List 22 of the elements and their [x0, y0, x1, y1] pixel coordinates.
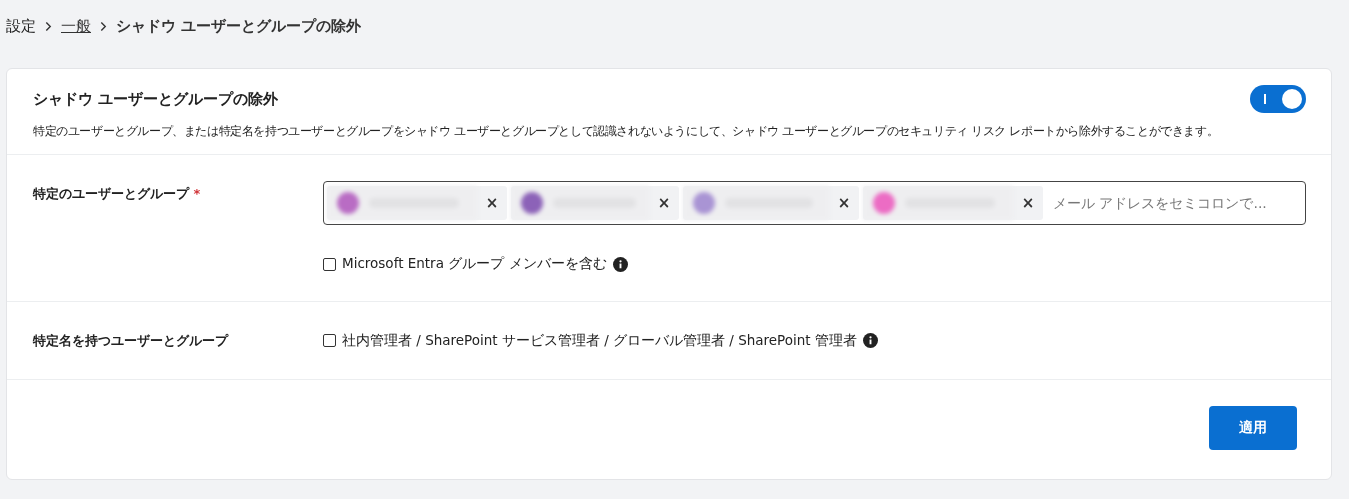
field-label: 特定名を持つユーザーとグループ: [33, 332, 228, 348]
apply-button[interactable]: 適用: [1209, 406, 1297, 450]
checkbox[interactable]: [323, 257, 336, 271]
page-title: シャドウ ユーザーとグループの除外: [116, 16, 362, 36]
checkbox-label: 社内管理者 / SharePoint サービス管理者 / グローバル管理者 / SharePoint 管理者: [342, 331, 857, 350]
breadcrumb-link[interactable]: 一般: [61, 16, 91, 36]
remove-button[interactable]: ×: [829, 194, 859, 212]
checkbox[interactable]: [323, 334, 336, 347]
card-title: シャドウ ユーザーとグループの除外: [33, 89, 279, 109]
info-icon[interactable]: [612, 256, 628, 272]
remove-button[interactable]: ×: [649, 194, 679, 212]
checkbox-label: Microsoft Entra グループ メンバーを含む: [342, 255, 607, 273]
remove-button[interactable]: ×: [477, 194, 507, 212]
description: 特定のユーザーとグループ、または特定名を持つユーザーとグループをシャドウ ユーザーとグループとして認識されないようにして、シャドウ ユーザーとグループのセキュリティ リスク レポートから除外することができます。: [33, 123, 1220, 140]
remove-button[interactable]: ×: [1013, 194, 1043, 212]
info-icon[interactable]: [862, 333, 878, 348]
toggle-switch[interactable]: [1250, 85, 1306, 113]
chevron-icon: [45, 20, 52, 32]
required-mark: *: [193, 186, 201, 201]
chevron-icon: [100, 20, 107, 32]
breadcrumb-item: 設定: [6, 16, 36, 36]
field-label: 特定のユーザーとグループ: [33, 186, 189, 201]
